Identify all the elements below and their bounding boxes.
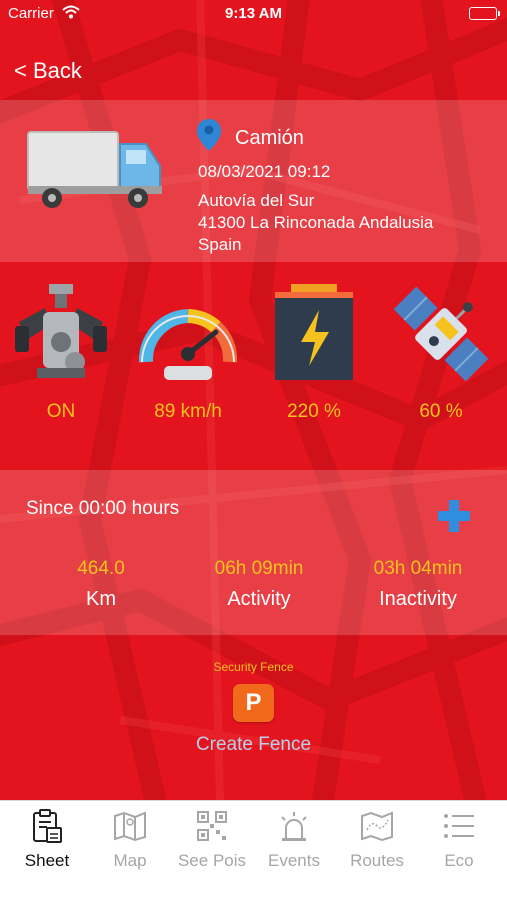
status-time: 9:13 AM xyxy=(225,5,282,22)
address-line-2: 41300 La Rinconada Andalusia xyxy=(198,213,434,232)
tab-events[interactable]: Events xyxy=(252,807,336,871)
address-line-1: Autovía del Sur xyxy=(198,191,315,210)
tab-bar: Sheet Map See Pois Events Routes Eco xyxy=(0,800,507,900)
satellite-icon xyxy=(386,282,496,387)
vehicle-info-panel: Camión 08/03/2021 09:12 Autovía del Sur … xyxy=(0,100,507,262)
battery-value: 220 % xyxy=(287,401,341,422)
satellite-gauge[interactable]: 60 % xyxy=(386,282,496,423)
vehicle-gauges: ON 89 km/h 220 % 60 % xyxy=(0,262,507,470)
inactivity-value: 03h 04min xyxy=(373,558,463,579)
tab-map-label: Map xyxy=(113,851,147,870)
plus-icon[interactable] xyxy=(436,498,472,539)
since-label: Since 00:00 hours xyxy=(26,498,180,519)
inactivity-label: Inactivity xyxy=(379,588,457,610)
engine-status-value: ON xyxy=(46,401,76,422)
parking-icon[interactable]: P xyxy=(233,684,274,722)
speed-value: 89 km/h xyxy=(154,401,222,422)
engine-icon xyxy=(6,282,116,387)
location-pin-icon xyxy=(196,118,222,157)
daily-summary-panel: Since 00:00 hours 464.0 Km 06h 09min Act… xyxy=(0,470,507,635)
vehicle-name: Camión xyxy=(235,127,304,149)
create-fence-button[interactable]: Create Fence xyxy=(0,734,507,756)
security-fence-label: Security Fence xyxy=(213,660,294,674)
battery-icon xyxy=(259,282,369,387)
speed-gauge[interactable]: 89 km/h xyxy=(133,282,243,423)
distance-label: Km xyxy=(86,588,116,610)
inactivity-stat: 03h 04min Inactivity xyxy=(348,558,488,611)
last-update-datetime: 08/03/2021 09:12 xyxy=(198,162,331,181)
activity-label: Activity xyxy=(227,588,291,610)
list-icon xyxy=(417,807,501,845)
tab-events-label: Events xyxy=(268,851,320,870)
activity-stat: 06h 09min Activity xyxy=(189,558,329,611)
tab-see-pois-label: See Pois xyxy=(177,851,247,870)
routes-icon xyxy=(335,807,419,845)
tab-map[interactable]: Map xyxy=(88,807,172,871)
back-button[interactable]: < Back xyxy=(14,58,82,84)
tab-routes-label: Routes xyxy=(350,851,404,870)
activity-value: 06h 09min xyxy=(214,558,304,579)
status-bar: Carrier 9:13 AM xyxy=(0,0,507,28)
alarm-icon xyxy=(252,807,336,845)
tab-eco[interactable]: Eco xyxy=(417,807,501,871)
speedometer-icon xyxy=(133,282,243,387)
distance-value: 464.0 xyxy=(77,558,125,579)
sheet-icon xyxy=(5,807,89,845)
qr-icon xyxy=(170,807,254,845)
tab-routes[interactable]: Routes xyxy=(335,807,419,871)
address-line-3: Spain xyxy=(198,235,242,254)
battery-gauge[interactable]: 220 % xyxy=(259,282,369,423)
tab-eco-label: Eco xyxy=(444,851,474,870)
distance-stat: 464.0 Km xyxy=(31,558,171,611)
truck-icon xyxy=(26,130,164,215)
engine-gauge[interactable]: ON xyxy=(6,282,116,423)
tab-sheet[interactable]: Sheet xyxy=(5,807,89,871)
map-icon xyxy=(88,807,172,845)
satellite-value: 60 % xyxy=(419,401,463,422)
tab-sheet-label: Sheet xyxy=(24,851,70,870)
battery-status-icon xyxy=(469,7,500,20)
tab-see-pois[interactable]: See Pois xyxy=(170,807,254,871)
